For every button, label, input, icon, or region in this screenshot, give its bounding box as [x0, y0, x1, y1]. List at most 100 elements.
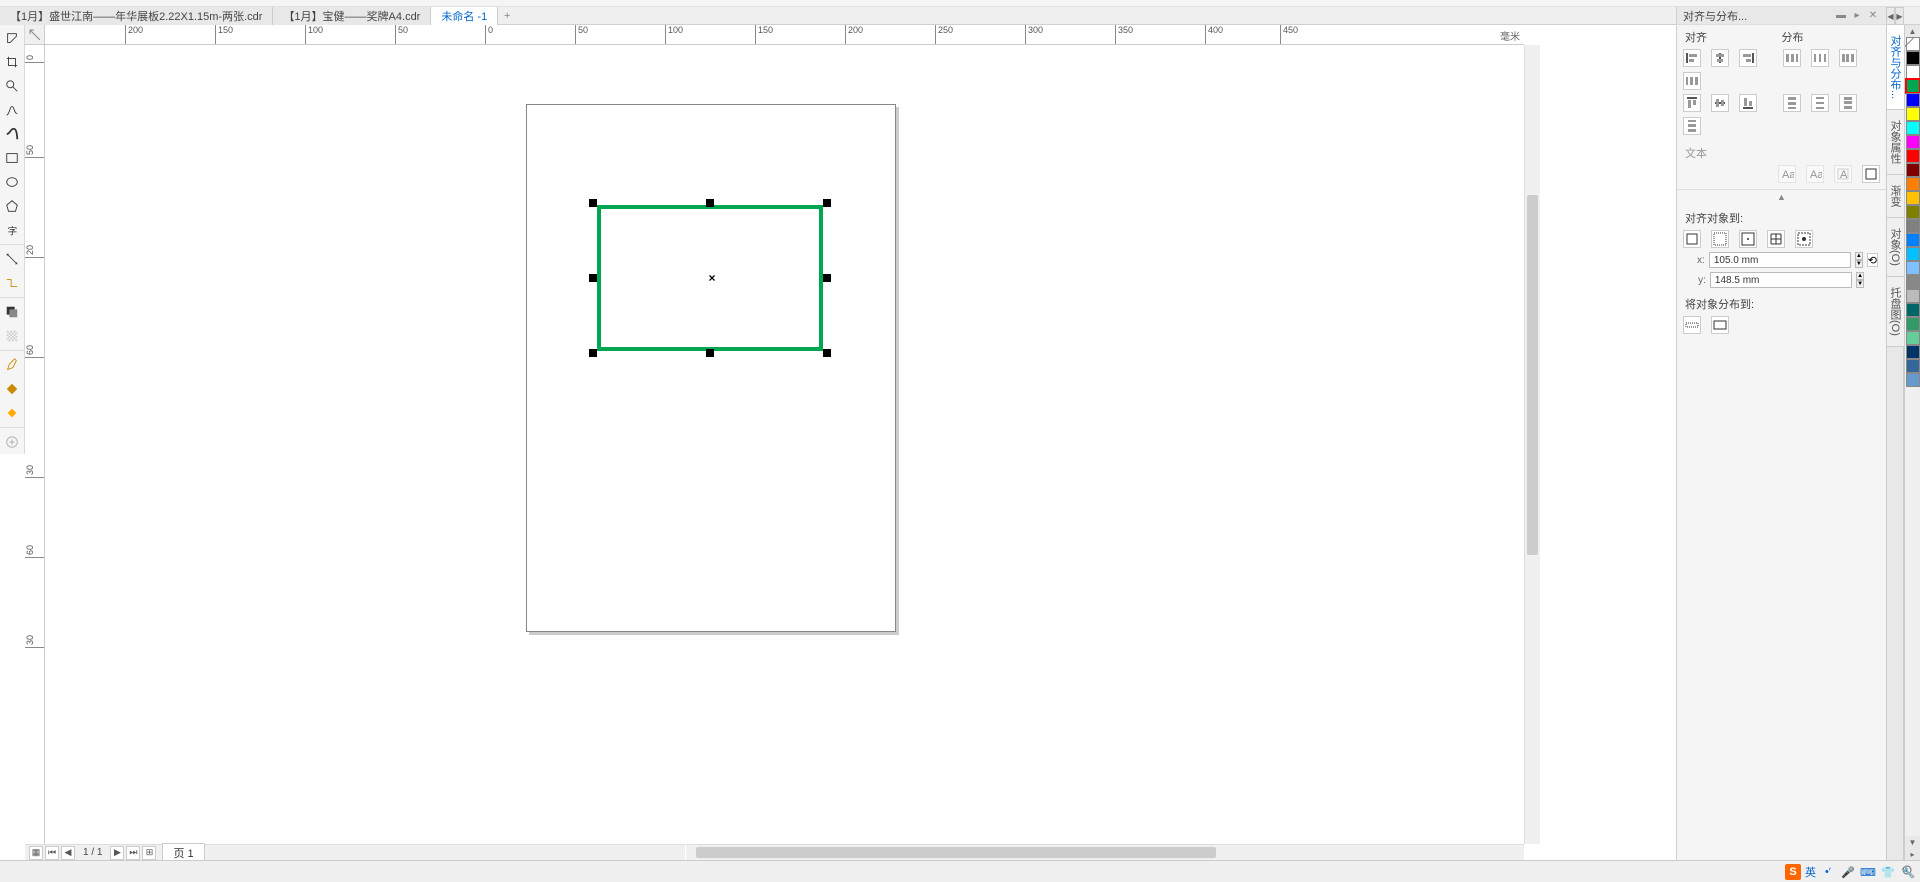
panel-menu-icon[interactable]: ▸ [1850, 9, 1864, 23]
swatch-808000[interactable] [1906, 205, 1920, 219]
ime-mic-icon[interactable]: 🎤 [1840, 864, 1856, 880]
distribute-spacing-v[interactable] [1839, 94, 1857, 112]
docker-tab-tray[interactable]: 托盘图(O) [1887, 277, 1905, 347]
zoom-tool[interactable] [1, 75, 24, 97]
align-right[interactable] [1739, 49, 1757, 67]
swatch-003366[interactable] [1906, 345, 1920, 359]
align-to-page-center[interactable] [1739, 230, 1757, 248]
crop-tool[interactable] [1, 51, 24, 73]
coord-x-spinner[interactable]: ▲▼ [1855, 252, 1863, 268]
docker-next[interactable]: ▶ [1895, 7, 1904, 25]
align-left[interactable] [1683, 49, 1701, 67]
align-to-grid[interactable] [1767, 230, 1785, 248]
selection-handle-tr[interactable] [823, 199, 831, 207]
ime-lang[interactable]: 英 [1805, 864, 1816, 880]
page-next[interactable]: ▶ [110, 846, 124, 860]
coord-y-input[interactable] [1710, 272, 1852, 288]
page-first[interactable]: ⏮ [45, 846, 59, 860]
distribute-spacing-h[interactable] [1839, 49, 1857, 67]
swatch-ff0000[interactable] [1906, 149, 1920, 163]
vertical-scrollbar[interactable] [1524, 45, 1540, 844]
align-top[interactable] [1683, 94, 1701, 112]
ime-skin-icon[interactable]: 👕 [1880, 864, 1896, 880]
swatch-0080ff[interactable] [1906, 233, 1920, 247]
ime-keyboard-icon[interactable]: ⌨ [1860, 864, 1876, 880]
fill-tool[interactable] [1, 378, 24, 400]
rectangle-tool[interactable] [1, 147, 24, 169]
swatch-ffff00[interactable] [1906, 107, 1920, 121]
distribute-bottom[interactable] [1683, 117, 1701, 135]
dimension-tool[interactable] [1, 248, 24, 270]
page-new-icon[interactable]: ▦ [29, 846, 43, 860]
swatch-336699[interactable] [1906, 359, 1920, 373]
panel-title-bar[interactable]: 对齐与分布... ▬ ▸ ✕ [1677, 7, 1886, 25]
swatch-000000[interactable] [1906, 51, 1920, 65]
transparency-tool[interactable] [1, 325, 24, 347]
doc-tab-2[interactable]: 未命名 -1 [431, 7, 498, 25]
align-center-v[interactable] [1711, 94, 1729, 112]
vscroll-thumb[interactable] [1527, 195, 1538, 555]
swatch-888888[interactable] [1906, 275, 1920, 289]
swatch-bbbbbb[interactable] [1906, 289, 1920, 303]
drop-shadow-tool[interactable] [1, 301, 24, 323]
swatch-none[interactable] [1906, 37, 1920, 51]
quick-customize[interactable] [1, 431, 24, 453]
ime-settings-icon[interactable]: 🔧 [1900, 864, 1916, 880]
add-tab-button[interactable]: + [498, 7, 516, 25]
horizontal-ruler[interactable]: 200 150 100 50 0 50 100 150 200 250 300 … [45, 25, 1524, 45]
swatch-006666[interactable] [1906, 303, 1920, 317]
doc-tab-0[interactable]: 【1月】盛世江南——年华展板2.22X1.15m-两张.cdr [0, 7, 273, 25]
distribute-left[interactable] [1783, 49, 1801, 67]
swatch-66cc99[interactable] [1906, 331, 1920, 345]
panel-close-icon[interactable]: ✕ [1866, 9, 1880, 23]
text-tool[interactable]: 字 [1, 219, 24, 241]
docker-tab-props[interactable]: 对象属性 [1887, 110, 1905, 175]
page-add[interactable]: ⊞ [142, 846, 156, 860]
coord-link-icon[interactable]: ⟲ [1867, 253, 1878, 267]
panel-section-collapse[interactable]: ▲ [1677, 189, 1886, 204]
eyedropper-tool[interactable] [1, 354, 24, 376]
selection-handle-br[interactable] [823, 349, 831, 357]
coord-y-spinner[interactable]: ▲▼ [1856, 272, 1864, 288]
polygon-tool[interactable] [1, 195, 24, 217]
ime-punct-icon[interactable]: •′ [1820, 864, 1836, 880]
swatch-339966[interactable] [1906, 317, 1920, 331]
align-to-page-edge[interactable] [1711, 230, 1729, 248]
align-center-h[interactable] [1711, 49, 1729, 67]
swatch-00ffff[interactable] [1906, 121, 1920, 135]
swatch-ffc000[interactable] [1906, 191, 1920, 205]
swatch-800000[interactable] [1906, 163, 1920, 177]
swatch-80c0ff[interactable] [1906, 261, 1920, 275]
align-to-point[interactable] [1795, 230, 1813, 248]
page-prev[interactable]: ◀ [61, 846, 75, 860]
swatch-ff00ff[interactable] [1906, 135, 1920, 149]
swatch-0000ff[interactable] [1906, 93, 1920, 107]
canvas[interactable]: × [45, 45, 1524, 860]
distribute-center-h[interactable] [1811, 49, 1829, 67]
freehand-tool[interactable] [1, 99, 24, 121]
swatch-6699cc[interactable] [1906, 373, 1920, 387]
align-bottom[interactable] [1739, 94, 1757, 112]
ellipse-tool[interactable] [1, 171, 24, 193]
distribute-right[interactable] [1683, 72, 1701, 90]
align-to-active[interactable] [1683, 230, 1701, 248]
page-last[interactable]: ⏭ [126, 846, 140, 860]
swatch-808080[interactable] [1906, 219, 1920, 233]
panel-collapse-icon[interactable]: ▬ [1834, 9, 1848, 23]
selection-handle-bm[interactable] [706, 349, 714, 357]
distribute-to-page[interactable] [1711, 316, 1729, 334]
horizontal-scrollbar[interactable] [686, 844, 1524, 860]
swatch-ff8000[interactable] [1906, 177, 1920, 191]
vertical-ruler[interactable]: 0 50 20 60 30 60 30 [25, 45, 45, 860]
selection-handle-mr[interactable] [823, 274, 831, 282]
distribute-top[interactable] [1783, 94, 1801, 112]
selection-center[interactable]: × [707, 273, 717, 283]
shape-tool[interactable] [1, 27, 24, 49]
palette-up[interactable]: ▲ [1905, 25, 1920, 37]
swatch-00c0ff[interactable] [1906, 247, 1920, 261]
selection-handle-tm[interactable] [706, 199, 714, 207]
swatch-ffffff[interactable] [1906, 65, 1920, 79]
docker-tab-objects[interactable]: 对象(O) [1887, 218, 1905, 277]
selection-handle-tl[interactable] [589, 199, 597, 207]
doc-tab-1[interactable]: 【1月】宝健——奖牌A4.cdr [273, 7, 431, 25]
